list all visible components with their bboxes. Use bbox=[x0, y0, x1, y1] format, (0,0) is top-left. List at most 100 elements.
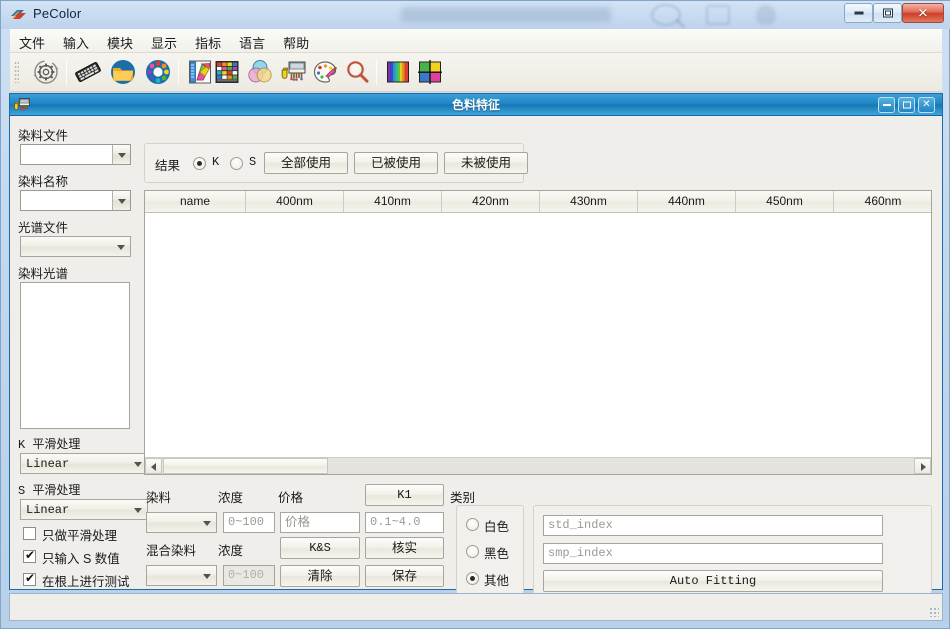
concentration-input[interactable]: 0~100 bbox=[223, 512, 275, 533]
s-smooth-label: S 平滑处理 bbox=[18, 484, 81, 498]
radio-result-s[interactable] bbox=[230, 157, 243, 170]
mixed-concentration-input: 0~100 bbox=[223, 565, 275, 586]
background-ghost-text bbox=[401, 7, 611, 22]
window-close-button[interactable]: ✕ bbox=[902, 3, 944, 23]
std-index-placeholder: std_index bbox=[548, 518, 613, 532]
s-smooth-combo[interactable]: Linear bbox=[20, 499, 148, 520]
checkbox-smooth-only[interactable] bbox=[23, 527, 36, 540]
radio-category-black[interactable] bbox=[466, 545, 479, 558]
spectrum-file-combo[interactable] bbox=[20, 236, 131, 257]
concentration-label: 浓度 bbox=[218, 491, 244, 505]
dye-file-label: 染料文件 bbox=[18, 129, 69, 143]
k-smooth-combo[interactable]: Linear bbox=[20, 453, 148, 474]
color-wheel-icon[interactable] bbox=[144, 58, 172, 86]
open-folder-icon[interactable] bbox=[109, 58, 137, 86]
scroll-left-arrow-icon[interactable] bbox=[145, 458, 162, 474]
radio-category-white[interactable] bbox=[466, 518, 479, 531]
smp-index-placeholder: smp_index bbox=[548, 546, 613, 560]
toolbar-grip[interactable] bbox=[14, 61, 19, 83]
table-column-400nm[interactable]: 400nm bbox=[246, 191, 344, 212]
dialog-maximize-button[interactable] bbox=[898, 97, 915, 113]
lab-flask-icon[interactable] bbox=[280, 58, 308, 86]
spectrum-bars-icon[interactable] bbox=[384, 58, 412, 86]
mixed-dye-combo[interactable] bbox=[146, 565, 217, 586]
venn-color-mix-icon[interactable] bbox=[246, 58, 274, 86]
dye-combo[interactable] bbox=[146, 512, 217, 533]
dialog-title: 色料特征 bbox=[451, 98, 500, 112]
color-quadrant-icon[interactable] bbox=[416, 58, 444, 86]
color-swatch-ruler-icon[interactable] bbox=[186, 58, 214, 86]
dye-name-label: 染料名称 bbox=[18, 175, 69, 189]
table-column-440nm[interactable]: 440nm bbox=[638, 191, 736, 212]
std-index-input[interactable]: std_index bbox=[543, 515, 883, 536]
radio-result-k[interactable] bbox=[193, 157, 206, 170]
k1-range-input[interactable]: 0.1~4.0 bbox=[365, 512, 444, 533]
chevron-down-icon[interactable] bbox=[112, 191, 130, 210]
menu-file[interactable]: 文件 bbox=[10, 29, 54, 56]
dialog-close-button[interactable]: ✕ bbox=[918, 97, 935, 113]
spectrum-file-label: 光谱文件 bbox=[18, 221, 69, 235]
paint-palette-icon[interactable] bbox=[311, 58, 339, 86]
menu-input[interactable]: 输入 bbox=[54, 29, 98, 56]
radio-category-other[interactable] bbox=[466, 572, 479, 585]
table-column-450nm[interactable]: 450nm bbox=[736, 191, 834, 212]
dialog-minimize-button[interactable] bbox=[878, 97, 895, 113]
chevron-down-icon[interactable] bbox=[112, 145, 130, 164]
dye-name-combo[interactable] bbox=[20, 190, 131, 211]
statusbar bbox=[9, 593, 943, 621]
category-radio-group: 白色 黑色 其他 bbox=[456, 505, 524, 599]
button-ks[interactable]: K&S bbox=[280, 537, 360, 559]
spectra-table: name 400nm 410nm 420nm 430nm 440nm 450nm… bbox=[144, 190, 932, 475]
button-save[interactable]: 保存 bbox=[365, 565, 444, 587]
button-use-all[interactable]: 全部使用 bbox=[264, 152, 348, 174]
menu-index[interactable]: 指标 bbox=[186, 29, 230, 56]
magnifier-search-icon[interactable] bbox=[343, 58, 371, 86]
radio-category-white-label: 白色 bbox=[484, 520, 510, 534]
price-label: 价格 bbox=[278, 491, 304, 505]
menu-module[interactable]: 模块 bbox=[98, 29, 142, 56]
button-used[interactable]: 已被使用 bbox=[354, 152, 438, 174]
dye-file-combo[interactable] bbox=[20, 144, 131, 165]
resize-grip[interactable] bbox=[929, 607, 939, 617]
dye-spectrum-listbox[interactable] bbox=[20, 282, 130, 429]
table-column-430nm[interactable]: 430nm bbox=[540, 191, 638, 212]
checkbox-test-on-root[interactable] bbox=[23, 571, 36, 586]
result-groupbox: 结果 K S 全部使用 已被使用 未被使用 bbox=[144, 143, 528, 183]
table-body[interactable] bbox=[145, 213, 931, 457]
button-verify[interactable]: 核实 bbox=[365, 537, 444, 559]
scroll-right-arrow-icon[interactable] bbox=[914, 458, 931, 474]
chevron-down-icon[interactable] bbox=[198, 513, 216, 532]
menu-help[interactable]: 帮助 bbox=[274, 29, 318, 56]
concentration-placeholder: 0~100 bbox=[228, 515, 265, 529]
smp-index-input[interactable]: smp_index bbox=[543, 543, 883, 564]
button-clear[interactable]: 清除 bbox=[280, 565, 360, 587]
pigment-feature-dialog: 色料特征 ✕ 染料文件 染料名称 光谱文件 染料光谱 K 平滑处理 Linear… bbox=[9, 93, 943, 599]
keyboard-icon[interactable] bbox=[74, 58, 102, 86]
table-column-410nm[interactable]: 410nm bbox=[344, 191, 442, 212]
price-placeholder: 价格 bbox=[285, 515, 311, 529]
checkbox-s-value-only[interactable] bbox=[23, 548, 36, 563]
price-input[interactable]: 价格 bbox=[280, 512, 360, 533]
table-header-row: name 400nm 410nm 420nm 430nm 440nm 450nm… bbox=[145, 191, 931, 213]
chevron-down-icon[interactable] bbox=[112, 237, 130, 256]
window-maximize-button[interactable] bbox=[873, 3, 902, 23]
window-minimize-button[interactable] bbox=[844, 3, 873, 23]
table-column-460nm[interactable]: 460nm bbox=[834, 191, 932, 212]
button-auto-fitting[interactable]: Auto Fitting bbox=[543, 570, 883, 592]
color-chart-grid-icon[interactable] bbox=[213, 58, 241, 86]
table-horizontal-scrollbar[interactable] bbox=[145, 457, 931, 474]
chevron-down-icon[interactable] bbox=[129, 500, 147, 519]
menu-display[interactable]: 显示 bbox=[142, 29, 186, 56]
button-k1[interactable]: K1 bbox=[365, 484, 444, 506]
radio-result-k-label: K bbox=[212, 155, 220, 169]
window-titlebar[interactable]: PeColor ✕ bbox=[1, 1, 950, 29]
settings-gear-icon[interactable] bbox=[32, 58, 60, 86]
chevron-down-icon[interactable] bbox=[198, 566, 216, 585]
button-unused[interactable]: 未被使用 bbox=[444, 152, 528, 174]
scrollbar-thumb[interactable] bbox=[163, 458, 328, 474]
dialog-titlebar[interactable]: 色料特征 ✕ bbox=[10, 94, 942, 116]
checkbox-test-on-root-label: 在根上进行测试 bbox=[42, 575, 130, 589]
table-column-420nm[interactable]: 420nm bbox=[442, 191, 540, 212]
menu-language[interactable]: 语言 bbox=[230, 29, 274, 56]
table-column-name[interactable]: name bbox=[145, 191, 246, 212]
